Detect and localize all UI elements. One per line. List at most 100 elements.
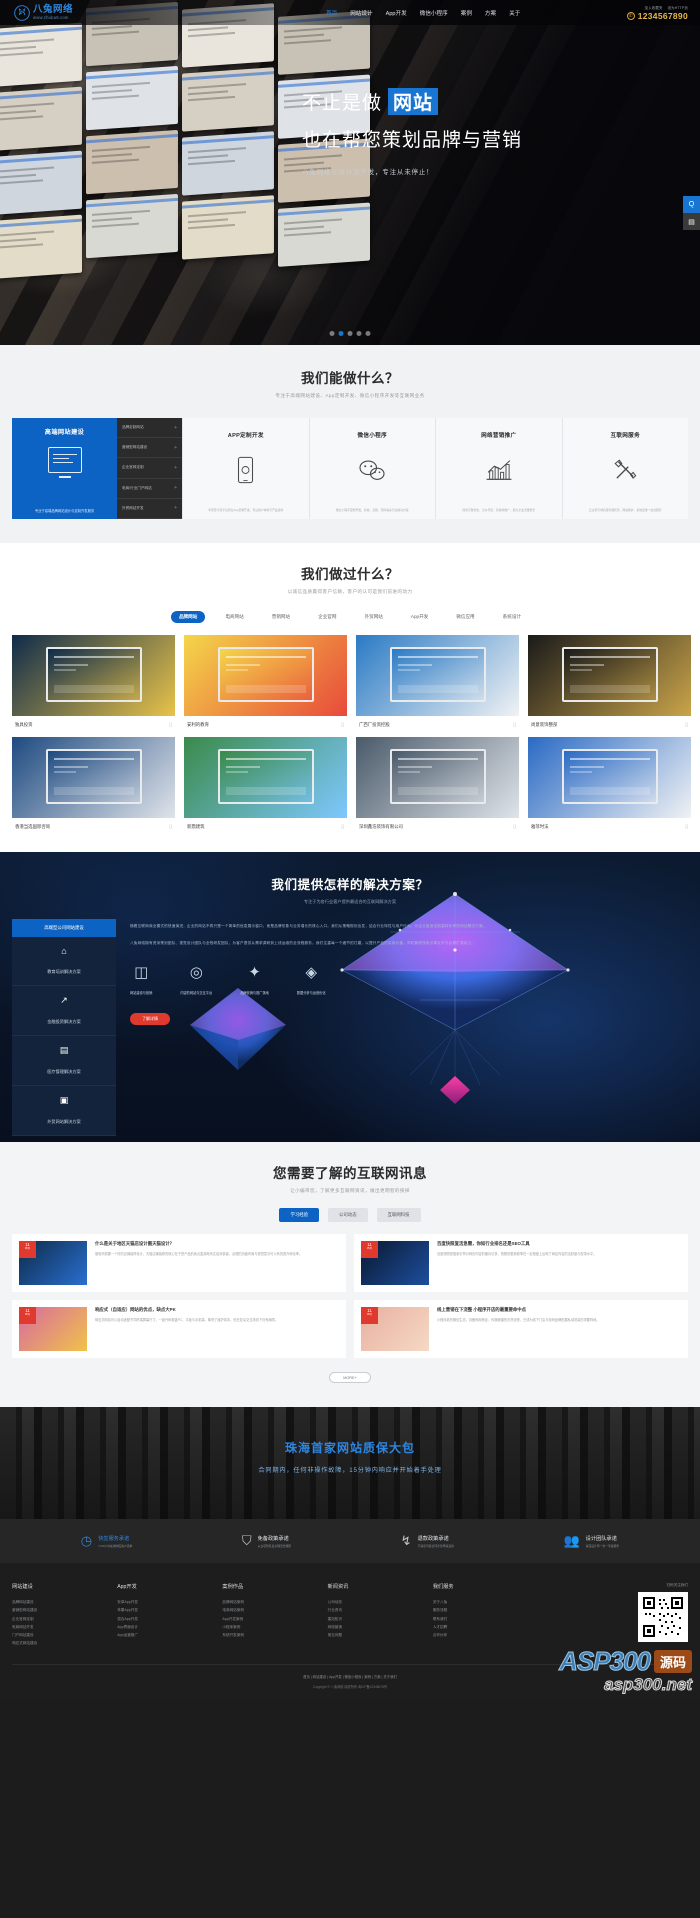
footer-link-0[interactable]: 品牌网站建设 [12, 1598, 117, 1606]
footer-link-2[interactable]: 联系我们 [433, 1615, 538, 1623]
nav-item-0[interactable]: 首页 [325, 7, 338, 19]
portfolio-tab-7[interactable]: 系统设计 [495, 611, 529, 623]
solution-item-1[interactable]: ↗ 金融投资解决方案 [12, 986, 116, 1036]
portfolio-tab-0[interactable]: 品牌网站 [170, 611, 206, 623]
footer-link-4[interactable]: App运营推广 [117, 1631, 222, 1639]
nav-item-1[interactable]: 网站设计 [349, 7, 373, 19]
news-tab-1[interactable]: 公司动态 [328, 1208, 368, 1222]
service-card-marketing[interactable]: 网络营销推广 搜索引擎优化、竞价托管、新媒体推广，助力企业流量增长 [435, 418, 562, 519]
service-sub-label: 企业官网定制 [122, 465, 144, 470]
header-phone[interactable]: ✆ 1234567890 [626, 11, 688, 21]
footer-link-0[interactable]: 安卓App开发 [117, 1598, 222, 1606]
footer-link-2[interactable]: 混合App开发 [117, 1615, 222, 1623]
news-more-button[interactable]: MORE+ [329, 1372, 371, 1383]
case-item[interactable]: 安利的教育 ▯ [184, 635, 347, 728]
header-mini-link-1[interactable]: 设为HTTP页 [668, 5, 688, 10]
footer-link-4[interactable]: 常见问题 [328, 1631, 433, 1639]
news-section: 您需要了解的互联网讯息 让小编带您，了解更多互联网资讯，做出更明智的抉择 学习经… [0, 1142, 700, 1407]
service-sub-label: 外贸网站开发 [122, 505, 144, 510]
footer-link-4[interactable]: 合作伙伴 [433, 1631, 538, 1639]
nav-item-3[interactable]: 微信小程序 [419, 7, 449, 19]
carousel-dot-2[interactable] [347, 331, 353, 336]
carousel-dot-4[interactable] [365, 331, 371, 336]
footer-link-4[interactable]: 系统开发案例 [222, 1631, 327, 1639]
nav-item-2[interactable]: App开发 [385, 7, 408, 19]
case-screen [391, 751, 484, 802]
service-card-miniprogram[interactable]: 微信小程序 微信小程序定制开发，商城、点餐、预约等多行业解决方案 [308, 418, 435, 519]
footer-link-3[interactable]: 网络营销 [328, 1623, 433, 1631]
footer-link-2[interactable]: 企业官网定制 [12, 1615, 117, 1623]
carousel-dot-1[interactable] [338, 331, 344, 336]
news-body: 什么是关于地区天猫店设计图天猫设计？ 做电商需要一个好的店铺装修设计，天猫店铺装修… [95, 1241, 339, 1285]
news-body: 线上营销在下浇整 小程序开店的最重要命中点 小程序依托微信生态，具备即用即走、传播… [437, 1307, 681, 1351]
service-sub-item-4[interactable]: 外贸网站开发 + [117, 499, 182, 519]
mobile-icon: ▯ [513, 824, 516, 830]
news-item[interactable]: 11 05月 响应式（自适应）网站的优点，缺点大PK 响应式网站可以自动适配不同终端屏… [12, 1300, 346, 1358]
footer-link-0[interactable]: 关于八兔 [433, 1598, 538, 1606]
solutions-detail-button[interactable]: 了解详情 [130, 1013, 170, 1026]
footer-link-3[interactable]: App界面设计 [117, 1623, 222, 1631]
header-mini-link-0[interactable]: 加入收藏夹 [645, 5, 663, 10]
carousel-dot-0[interactable] [329, 331, 335, 336]
qrcode-icon[interactable]: ▤ [683, 213, 700, 230]
footer-link-1[interactable]: 行业资讯 [328, 1606, 433, 1614]
footer-link-2[interactable]: 建站知识 [328, 1615, 433, 1623]
service-card-app[interactable]: APP定制开发 苹果安卓双平台原生App定制开发，专注用户体验与产品落地 [182, 418, 309, 519]
qq-icon[interactable]: Q [683, 196, 700, 213]
solution-item-0[interactable]: ⌂ 教育培训解决方案 [12, 937, 116, 986]
case-item[interactable]: 深圳鑫浩装饰有限公司 ▯ [356, 737, 519, 830]
footer-link-1[interactable]: 营销型网站建设 [12, 1606, 117, 1614]
collage-tile [86, 65, 178, 131]
footer-link-0[interactable]: 品牌网站案例 [222, 1598, 327, 1606]
nav-item-6[interactable]: 关于 [508, 7, 521, 19]
solution-item-3[interactable]: ▣ 外贸网站解决方案 [12, 1086, 116, 1136]
nav-item-5[interactable]: 方案 [484, 7, 497, 19]
footer-link-4[interactable]: 门户网站建设 [12, 1631, 117, 1639]
portfolio-tab-4[interactable]: 外贸网站 [357, 611, 391, 623]
service-card-internet[interactable]: 互联网服务 云主机与域名服务器托管、网站维护、系统运维一站式服务 [561, 418, 688, 519]
news-thumbnail: 11 05月 [19, 1241, 87, 1285]
footer-link-1[interactable]: 电商网站案例 [222, 1606, 327, 1614]
service-sub-item-0[interactable]: 品牌定制网站 + [117, 418, 182, 439]
service-sub-item-3[interactable]: 电商/行业门户网站 + [117, 479, 182, 499]
news-title: 响应式（自适应）网站的优点，缺点大PK [95, 1307, 176, 1312]
news-item[interactable]: 11 05月 线上营销在下浇整 小程序开店的最重要命中点 小程序依托微信生态，具备即用… [354, 1300, 688, 1358]
case-item[interactable]: 尚意装饰整部 ▯ [528, 635, 691, 728]
plus-icon: + [174, 424, 177, 431]
news-tab-0[interactable]: 学习经验 [279, 1208, 320, 1222]
site-logo[interactable]: 八兔网络 www.zhuba8.com [0, 4, 140, 21]
solution-feature-label: 内容的网站与交互平台 [180, 991, 213, 996]
case-item[interactable]: 广西厂投资控股 ▯ [356, 635, 519, 728]
portfolio-tab-1[interactable]: 电商网站 [217, 611, 251, 623]
footer-link-0[interactable]: 公司动态 [328, 1598, 433, 1606]
solution-item-2[interactable]: ▤ 医疗管理解决方案 [12, 1036, 116, 1086]
case-item[interactable]: 雅菲时法 ▯ [528, 737, 691, 830]
footer-link-3[interactable]: 人才招聘 [433, 1623, 538, 1631]
service-sub-item-1[interactable]: 营销型网站建设 + [117, 438, 182, 459]
hero-carousel-dots[interactable] [329, 331, 371, 336]
case-item[interactable]: 香港当选国际咨询 ▯ [12, 737, 175, 830]
footer-link-5[interactable]: 响应式网站建设 [12, 1639, 117, 1647]
case-item[interactable]: 独具投资 ▯ [12, 635, 175, 728]
footer-link-2[interactable]: App开发案例 [222, 1615, 327, 1623]
portfolio-tab-3[interactable]: 企业官网 [310, 611, 344, 623]
hero-line-3: 八兔网络从设计到开发，专注从未停止！ [302, 169, 434, 176]
service-card-featured[interactable]: 高端网站建设 专业于高端品牌网站设计与定制开发服务 品牌定制网站 + 营销型网站建设… [12, 418, 182, 519]
floating-side-widget[interactable]: Q ▤ [683, 196, 700, 230]
footer-link-3[interactable]: 电商网站开发 [12, 1623, 117, 1631]
footer-link-1[interactable]: 服务流程 [433, 1606, 538, 1614]
carousel-dot-3[interactable] [356, 331, 362, 336]
news-item[interactable]: 11 05月 百度快照复活急需，你知行业排名还是SEO工具 百度快照是搜索引擎对网页内… [354, 1234, 688, 1292]
case-item[interactable]: 新鼎建筑 ▯ [184, 737, 347, 830]
footer-link-1[interactable]: 苹果App开发 [117, 1606, 222, 1614]
portfolio-tab-2[interactable]: 营销网站 [264, 611, 298, 623]
footer-link-3[interactable]: 小程序案例 [222, 1623, 327, 1631]
portfolio-tab-5[interactable]: App开发 [403, 611, 436, 623]
nav-item-4[interactable]: 案例 [460, 7, 473, 19]
news-item[interactable]: 11 05月 什么是关于地区天猫店设计图天猫设计？ 做电商需要一个好的店铺装修设计，天… [12, 1234, 346, 1292]
service-sub-item-2[interactable]: 企业官网定制 + [117, 458, 182, 479]
portfolio-tab-6[interactable]: 微信应用 [448, 611, 482, 623]
hero-line-1-highlight: 网站 [388, 88, 439, 115]
news-tab-2[interactable]: 互联网科技 [376, 1208, 421, 1222]
service-card-desc: 搜索引擎优化、竞价托管、新媒体推广，助力企业流量增长 [462, 507, 536, 512]
